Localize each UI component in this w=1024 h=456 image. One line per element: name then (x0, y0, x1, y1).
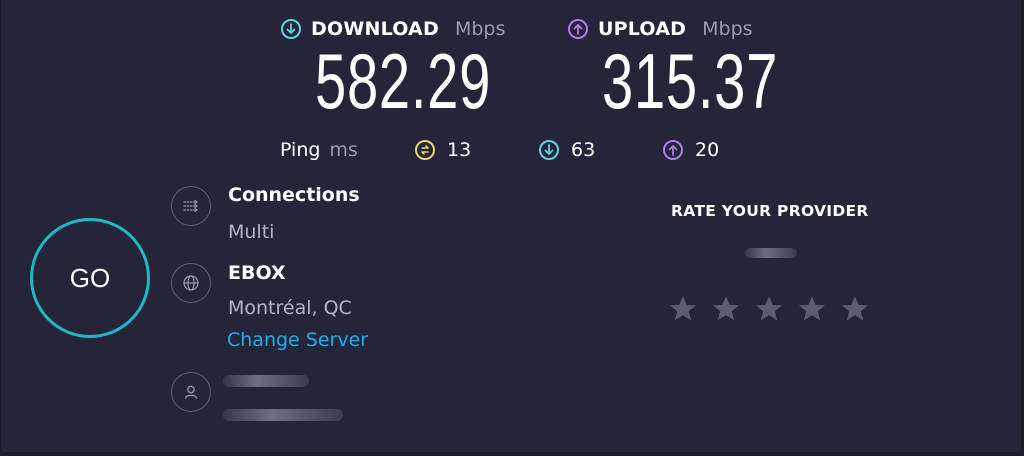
user-isp-redacted (223, 409, 343, 421)
idle-latency-icon (415, 140, 435, 160)
ping-label: Ping (280, 139, 321, 161)
change-server-link[interactable]: Change Server (227, 329, 368, 351)
ping-unit: ms (329, 139, 358, 161)
server-name: EBOX (228, 262, 286, 284)
ping-label-group: Ping ms (280, 136, 358, 164)
download-latency-icon (539, 140, 559, 160)
user-name-redacted (223, 375, 309, 387)
star-1-icon[interactable] (667, 293, 699, 325)
speedtest-panel: DOWNLOAD Mbps 582.29 UPLOAD Mbps 315.37 … (1, 0, 1021, 452)
go-button-label: GO (69, 262, 111, 293)
server-location: Montréal, QC (228, 297, 352, 319)
provider-name-redacted (745, 248, 797, 258)
ping-download-value: 63 (571, 139, 596, 161)
ping-upload-value: 20 (695, 139, 720, 161)
download-value: 582.29 (315, 37, 492, 125)
download-arrow-icon (281, 19, 301, 39)
ping-idle-value: 13 (447, 139, 472, 161)
connections-value: Multi (228, 221, 275, 243)
star-2-icon[interactable] (710, 293, 742, 325)
ping-upload: 20 (663, 136, 719, 164)
rate-provider-title: RATE YOUR PROVIDER (671, 202, 869, 220)
upload-value: 315.37 (602, 37, 779, 125)
user-icon (171, 372, 211, 412)
connections-icon (171, 186, 211, 226)
star-3-icon[interactable] (753, 293, 785, 325)
ping-download: 63 (539, 136, 595, 164)
upload-arrow-icon (568, 19, 588, 39)
star-4-icon[interactable] (796, 293, 828, 325)
star-5-icon[interactable] (839, 293, 871, 325)
ping-idle: 13 (415, 136, 471, 164)
rating-stars (667, 293, 871, 325)
connections-title: Connections (228, 184, 360, 206)
globe-icon (171, 263, 211, 303)
upload-latency-icon (663, 140, 683, 160)
go-button[interactable]: GO (30, 218, 150, 338)
